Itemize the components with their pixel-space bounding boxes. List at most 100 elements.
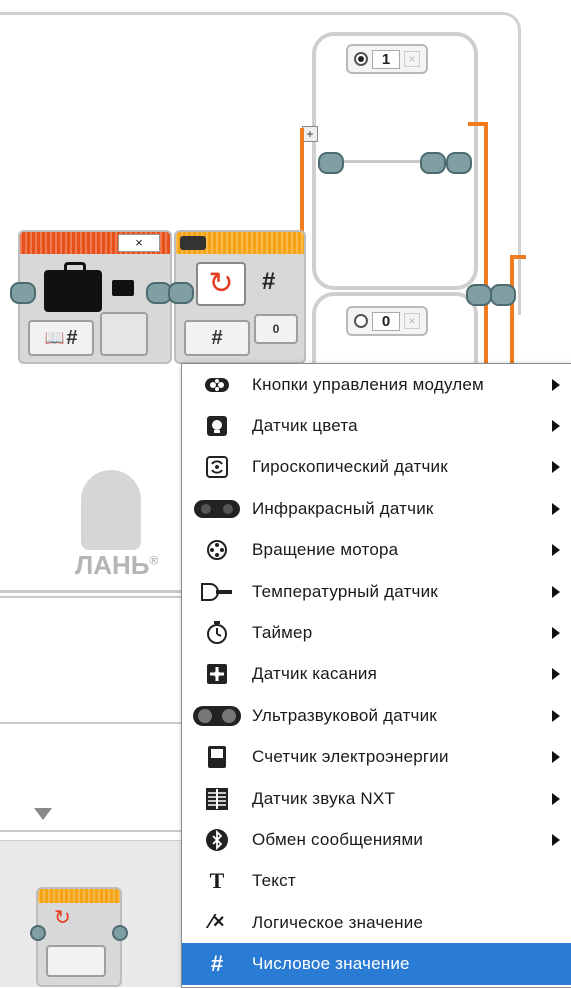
submenu-arrow-icon: [552, 461, 560, 474]
infrared-sensor-icon: [182, 498, 252, 520]
case-default-radio[interactable]: [354, 314, 368, 328]
submenu-arrow-icon: [552, 709, 560, 722]
menu-item-label: Кнопки управления модулем: [252, 374, 484, 394]
menu-item-text[interactable]: T Текст: [182, 861, 571, 902]
menu-item-logic[interactable]: ⁄× Логическое значение: [182, 902, 571, 943]
block-palette: ↻: [0, 840, 200, 987]
publisher-watermark: ЛАНЬ®: [75, 470, 158, 581]
text-icon: T: [209, 868, 225, 894]
output-plug[interactable]: [490, 284, 516, 306]
submenu-arrow-icon: [552, 544, 560, 557]
menu-item-label: Логическое значение: [252, 912, 424, 932]
filename-param[interactable]: [100, 312, 148, 356]
temperature-sensor-icon: [182, 581, 252, 603]
switch-mode-icon: [180, 236, 206, 250]
sequence-wire: [0, 830, 185, 832]
submenu-arrow-icon: [552, 420, 560, 433]
menu-item-messaging[interactable]: Обмен сообщениями: [182, 819, 571, 860]
book-hash-label: #: [66, 326, 78, 349]
menu-item-label: Счетчик электроэнергии: [252, 747, 449, 767]
sequence-wire: [0, 596, 185, 598]
case-wire: [344, 160, 424, 163]
menu-item-nxt-sound-sensor[interactable]: Датчик звука NXT: [182, 778, 571, 819]
book-hash-param[interactable]: 📖 #: [28, 320, 94, 356]
energy-meter-icon: [182, 745, 252, 769]
submenu-arrow-icon: [552, 792, 560, 805]
menu-item-energy-meter[interactable]: Счетчик электроэнергии: [182, 737, 571, 778]
ultrasonic-sensor-icon: [182, 705, 252, 727]
bluetooth-messaging-icon: [182, 828, 252, 852]
data-wire: [510, 255, 514, 365]
value-param[interactable]: 0: [254, 314, 298, 344]
block-header: [38, 889, 120, 903]
palette-block-switch[interactable]: ↻: [36, 887, 122, 987]
add-case-button[interactable]: +: [302, 126, 318, 142]
menu-item-label: Датчик касания: [252, 664, 378, 684]
book-icon: 📖: [44, 330, 65, 347]
menu-item-label: Таймер: [252, 623, 313, 643]
submenu-arrow-icon: [552, 585, 560, 598]
sequence-wire: [0, 590, 185, 593]
menu-item-touch-sensor[interactable]: Датчик касания: [182, 654, 571, 695]
submenu-arrow-icon: [552, 502, 560, 515]
case-remove-button[interactable]: ×: [404, 313, 420, 329]
menu-item-brick-buttons[interactable]: Кнопки управления модулем: [182, 364, 571, 405]
palette-param: [46, 945, 106, 977]
sensor-context-menu: Кнопки управления модулем Датчик цвета Г…: [181, 363, 571, 988]
menu-item-timer[interactable]: Таймер: [182, 612, 571, 653]
menu-item-label: Ультразвуковой датчик: [252, 705, 437, 725]
logic-icon: ⁄×: [209, 911, 225, 934]
menu-item-label: Температурный датчик: [252, 581, 438, 601]
menu-item-motor-rotation[interactable]: Вращение мотора: [182, 530, 571, 571]
submenu-arrow-icon: [552, 668, 560, 681]
menu-item-numeric[interactable]: # Числовое значение: [182, 943, 571, 985]
menu-item-label: Инфракрасный датчик: [252, 498, 434, 518]
menu-item-ultrasonic-sensor[interactable]: Ультразвуковой датчик: [182, 695, 571, 736]
gyro-sensor-icon: [182, 456, 252, 479]
data-wire: [510, 255, 526, 259]
submenu-arrow-icon: [552, 378, 560, 391]
timer-icon: [182, 621, 252, 645]
output-plug: [112, 925, 128, 941]
menu-item-label: Обмен сообщениями: [252, 829, 424, 849]
case-tab-top[interactable]: 1 ×: [346, 44, 428, 74]
menu-item-color-sensor[interactable]: Датчик цвета: [182, 405, 571, 446]
collapse-arrow-icon[interactable]: [34, 808, 52, 820]
menu-item-temperature-sensor[interactable]: Температурный датчик: [182, 571, 571, 612]
input-plug[interactable]: [10, 282, 36, 304]
color-sensor-icon: [182, 415, 252, 437]
case-tab-bottom[interactable]: 0 ×: [346, 306, 428, 336]
output-plug[interactable]: [466, 284, 492, 306]
menu-item-infrared-sensor[interactable]: Инфракрасный датчик: [182, 488, 571, 529]
switch-icon: ↻: [196, 262, 246, 306]
data-wire: [484, 122, 488, 367]
briefcase-small-icon: [112, 280, 134, 296]
input-plug[interactable]: [318, 152, 344, 174]
numeric-mode-param[interactable]: #: [184, 320, 250, 356]
switch-disabled-icon: ↻: [54, 907, 71, 929]
submenu-arrow-icon: [552, 627, 560, 640]
output-plug[interactable]: [446, 152, 472, 174]
nxt-sound-sensor-icon: [182, 787, 252, 811]
touch-sensor-icon: [182, 663, 252, 685]
output-hash-label: #: [262, 268, 276, 295]
sequence-wire: [0, 722, 185, 724]
case-value-field[interactable]: 1: [372, 49, 400, 69]
close-icon[interactable]: ×: [118, 234, 160, 252]
menu-item-gyro-sensor[interactable]: Гироскопический датчик: [182, 447, 571, 488]
submenu-arrow-icon: [552, 751, 560, 764]
menu-item-label: Числовое значение: [252, 954, 410, 974]
case-remove-button[interactable]: ×: [404, 51, 420, 67]
briefcase-icon: [44, 262, 102, 312]
input-plug: [30, 925, 46, 941]
switch-numeric-block[interactable]: ↻ # # 0: [174, 230, 306, 364]
brick-buttons-icon: [182, 375, 252, 395]
case-value-field[interactable]: 0: [372, 311, 400, 331]
menu-item-label: Гироскопический датчик: [252, 457, 448, 477]
case-default-radio[interactable]: [354, 52, 368, 66]
menu-item-label: Вращение мотора: [252, 540, 399, 560]
motor-rotation-icon: [182, 539, 252, 561]
output-plug[interactable]: [420, 152, 446, 174]
input-plug[interactable]: [168, 282, 194, 304]
menu-item-label: Текст: [252, 871, 296, 891]
